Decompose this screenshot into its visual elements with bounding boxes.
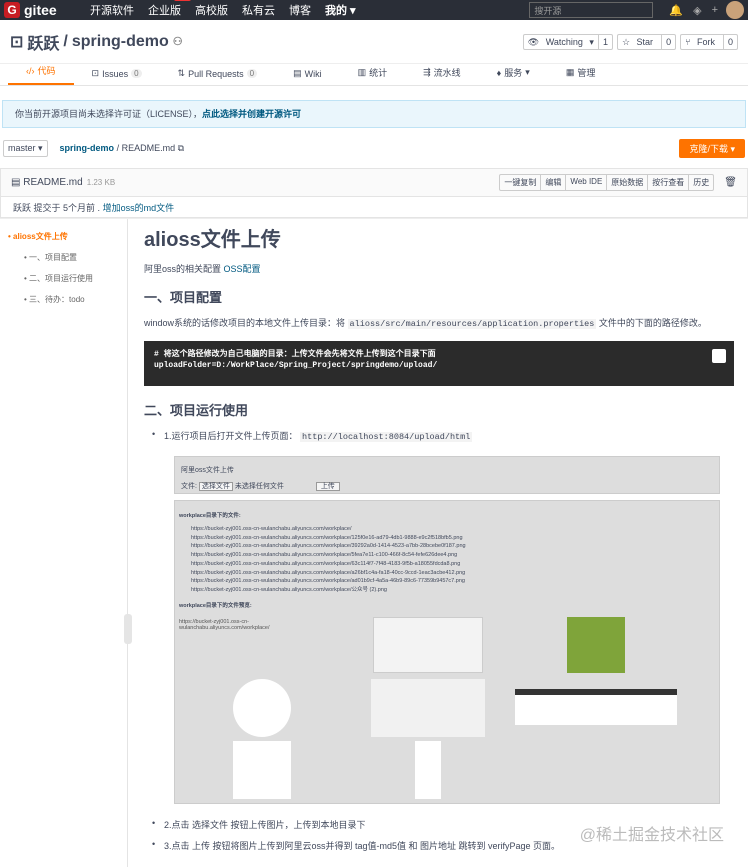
branch-select[interactable]: master ▾ — [3, 139, 48, 157]
new-badge: new — [174, 0, 191, 1]
tab-wiki[interactable]: ▤ Wiki — [275, 68, 340, 85]
license-notice: 你当前开源项目尚未选择许可证（LICENSE），点此选择并创建开源许可 — [2, 100, 746, 128]
manage-icon: ▦ — [565, 67, 575, 77]
section-heading: 一、项目配置 — [144, 290, 223, 305]
wiki-icon: ▤ — [293, 68, 302, 78]
repo-header: ⊡ 跃跃 / spring-demo ⚇ 👁 Watching ▾ 1 ☆ Sta… — [0, 20, 748, 64]
copy-path-icon[interactable]: ⧉ — [178, 143, 184, 153]
breadcrumb: spring-demo / README.md ⧉ — [59, 142, 185, 153]
repo-actions: 👁 Watching ▾ 1 ☆ Star 0 ⑂ Fork 0 — [522, 33, 738, 50]
pipeline-icon: ⇶ — [423, 67, 431, 77]
watermark: @稀土掘金技术社区 — [579, 827, 724, 844]
thumbnail-image — [233, 679, 291, 737]
copy-all-button[interactable]: 一键复制 — [500, 175, 540, 190]
readme-content: alioss文件上传 阿里oss的相关配置 OSS配置 一、项目配置 windo… — [128, 219, 748, 867]
watch-button[interactable]: 👁 Watching ▾ 1 — [522, 33, 613, 50]
code-icon: ‹/› — [26, 65, 35, 76]
web-ide-button[interactable]: Web IDE — [565, 175, 606, 190]
copy-code-icon[interactable] — [712, 349, 726, 363]
fork-button[interactable]: ⑂ Fork 0 — [680, 33, 738, 50]
top-icons: 🔔 ◈ + — [669, 4, 718, 17]
toc-item[interactable]: • alioss文件上传 — [8, 231, 127, 242]
bell-icon[interactable]: 🔔 — [669, 4, 683, 17]
file-icon: ▤ — [11, 177, 21, 188]
trash-icon[interactable]: 🗑 — [724, 177, 737, 188]
nav-blog[interactable]: 博客 — [289, 2, 311, 18]
tab-manage[interactable]: ▦ 管理 — [548, 66, 614, 85]
top-navbar: Ggitee 开源软件 企业版new 高校版 私有云 博客 我的 ▾ 搜开源 🔔… — [0, 0, 748, 20]
tab-issues[interactable]: ⊡ Issues 0 — [74, 68, 160, 85]
gitee-logo[interactable]: Ggitee — [4, 2, 90, 18]
breadcrumb-repo[interactable]: spring-demo — [60, 143, 115, 153]
qr-code-image — [233, 741, 291, 799]
license-link[interactable]: 点此选择并创建开源许可 — [202, 109, 301, 119]
upload-page-screenshot: 阿里oss文件上传 文件: 选择文件 未选择任何文件 上传 — [174, 456, 720, 494]
tab-pull-requests[interactable]: ⇅ Pull Requests 0 — [160, 68, 276, 85]
plus-icon[interactable]: + — [712, 4, 718, 17]
avatar[interactable] — [726, 1, 744, 19]
star-button[interactable]: ☆ Star 0 — [616, 33, 677, 50]
repo-icon: ⊡ — [10, 33, 24, 51]
commit-info: 跃跃 提交于 5个月前 . 增加oss的md文件 — [0, 196, 748, 218]
thumbnail-image — [415, 741, 441, 799]
clone-download-button[interactable]: 克隆/下载 ▾ — [679, 138, 745, 158]
readme-area: • alioss文件上传 • 一、项目配置 • 二、项目运行使用 • 三、待办：… — [0, 218, 748, 867]
chart-icon: ▥ — [357, 67, 367, 77]
commit-message[interactable]: 增加oss的md文件 — [103, 203, 175, 213]
history-button[interactable]: 历史 — [688, 175, 713, 190]
gitee-icon: G — [4, 2, 20, 18]
tab-pipeline[interactable]: ⇶ 流水线 — [405, 66, 479, 85]
thumbnail-image — [371, 679, 485, 737]
tab-service[interactable]: ♦ 服务 ▾ — [479, 66, 548, 85]
paragraph: window系统的话修改项目的本地文件上传目录：将 alioss/src/mai… — [144, 318, 707, 329]
thumbnail-image — [567, 617, 625, 673]
nav-opensource[interactable]: 开源软件 — [90, 2, 134, 18]
pr-icon: ⇅ — [177, 68, 186, 78]
nav-private-cloud[interactable]: 私有云 — [242, 2, 275, 18]
repo-owner[interactable]: 跃跃 — [27, 30, 59, 54]
edit-button[interactable]: 编辑 — [540, 175, 565, 190]
file-list-screenshot: workplace目录下的文件: https://bucket-zyj001.o… — [174, 500, 720, 804]
badge-icon: ⚇ — [172, 36, 183, 48]
toc-item[interactable]: • 一、项目配置 — [8, 252, 127, 263]
nav-enterprise[interactable]: 企业版new — [148, 0, 191, 18]
thumbnail-image — [515, 689, 677, 725]
blame-button[interactable]: 按行查看 — [647, 175, 688, 190]
toc-sidebar: • alioss文件上传 • 一、项目配置 • 二、项目运行使用 • 三、待办：… — [0, 219, 132, 867]
toc-item[interactable]: • 二、项目运行使用 — [8, 273, 127, 284]
top-nav: 开源软件 企业版new 高校版 私有云 博客 我的 ▾ — [90, 0, 356, 18]
nav-edu[interactable]: 高校版 — [195, 2, 228, 18]
toc-item[interactable]: • 三、待办：todo — [8, 294, 127, 305]
readme-title: alioss文件上传 — [144, 229, 281, 251]
repo-tabs: ‹/› 代码 ⊡ Issues 0 ⇅ Pull Requests 0 ▤ Wiki ▥ 统计… — [0, 64, 748, 86]
repo-title: ⊡ 跃跃 / spring-demo ⚇ — [10, 30, 183, 54]
location-icon[interactable]: ◈ — [693, 4, 701, 17]
tab-code[interactable]: ‹/› 代码 — [8, 64, 74, 85]
service-icon: ♦ — [496, 67, 502, 78]
file-header: ▤ README.md 1.23 KB 一键复制 编辑 Web IDE 原始数据 … — [0, 168, 748, 196]
toc-collapse-handle[interactable] — [124, 614, 132, 644]
thumbnail-image — [373, 617, 483, 673]
list-item: 1.运行项目后打开文件上传页面： http://localhost:8084/u… — [152, 429, 734, 442]
intro: 阿里oss的相关配置 OSS配置 — [144, 264, 261, 274]
oss-config-link[interactable]: OSS配置 — [224, 264, 261, 274]
section-heading: 二、项目运行使用 — [144, 403, 249, 418]
path-bar: master ▾ spring-demo / README.md ⧉ 克隆/下载… — [0, 128, 748, 168]
tab-stats[interactable]: ▥ 统计 — [340, 66, 406, 85]
code-block: # 将这个路径修改为自己电脑的目录：上传文件会先将文件上传到这个目录下面 upl… — [144, 341, 734, 386]
file-buttons: 一键复制 编辑 Web IDE 原始数据 按行查看 历史 — [499, 174, 715, 191]
raw-button[interactable]: 原始数据 — [606, 175, 647, 190]
issues-icon: ⊡ — [91, 68, 100, 78]
search-input[interactable]: 搜开源 — [529, 2, 654, 18]
nav-mine[interactable]: 我的 ▾ — [325, 2, 356, 18]
repo-name[interactable]: spring-demo — [72, 33, 169, 51]
